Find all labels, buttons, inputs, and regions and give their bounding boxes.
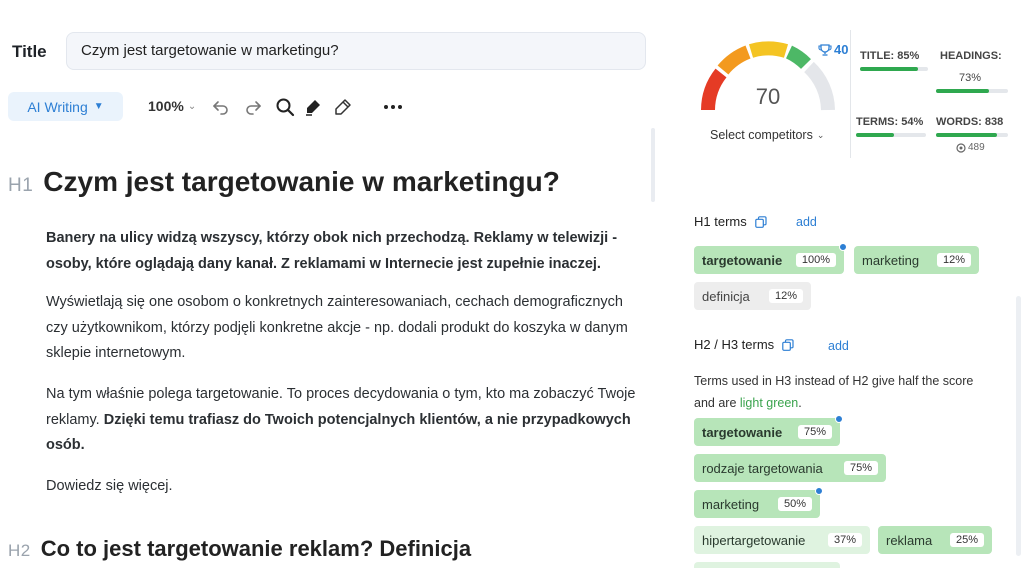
- h1-term-chip[interactable]: marketing 12%: [854, 246, 979, 274]
- used-dot: [839, 243, 847, 251]
- term-pct: 37%: [827, 533, 862, 547]
- zoom-dropdown[interactable]: 100% ⌄: [148, 98, 196, 114]
- divider: [850, 30, 851, 158]
- title-input[interactable]: Czym jest targetowanie w marketingu?: [66, 32, 646, 70]
- editor-toolbar: AI Writing ▼ 100% ⌄: [8, 92, 648, 122]
- ai-writing-label: AI Writing: [27, 98, 88, 115]
- words-sub-value: 489: [968, 142, 985, 153]
- metric-headings: HEADINGS:: [940, 50, 1002, 62]
- top-score-value: 40: [834, 42, 849, 57]
- term-pct: 25%: [949, 533, 984, 547]
- select-competitors-label: Select competitors: [710, 128, 813, 142]
- paragraph-3-bold: Dzięki temu trafiasz do Twoich potencjal…: [46, 411, 631, 454]
- panel-scrollbar[interactable]: [1016, 296, 1021, 556]
- paragraph-1-bold: Banery na ulicy widzą wszyscy, którzy ob…: [46, 230, 618, 272]
- metric-title: TITLE: 85%: [860, 50, 919, 62]
- term-label: reklama: [886, 532, 933, 548]
- h1-terms-add-link[interactable]: add: [796, 215, 817, 229]
- metric-title-fill: [860, 67, 918, 71]
- h2-terms-label: H2 / H3 terms: [694, 337, 775, 352]
- h2-tag: H2: [8, 541, 31, 560]
- h1-terms-label: H1 terms: [694, 214, 747, 229]
- chevron-down-icon: ▼: [93, 101, 104, 112]
- paragraph-3[interactable]: Na tym właśnie polega targetowanie. To p…: [46, 382, 646, 459]
- metric-terms-fill: [856, 133, 894, 137]
- target-icon: [956, 142, 966, 153]
- h1-tag: H1: [8, 175, 34, 196]
- content-score: 70: [755, 84, 781, 109]
- term-label: targetowanie: [702, 252, 783, 268]
- metric-words-fill: [936, 133, 998, 137]
- term-pct: 50%: [777, 497, 812, 511]
- heading-h1[interactable]: H1 Czym jest targetowanie w marketingu?: [8, 166, 560, 198]
- title-row: Title Czym jest targetowanie w marketing…: [12, 32, 646, 72]
- h2-term-chip[interactable]: hipertargetowanie 37%: [694, 526, 870, 554]
- h2-terms-title: H2 / H3 terms: [694, 337, 794, 352]
- more-options-icon[interactable]: [382, 96, 404, 118]
- words-sub-badge: 489: [956, 142, 985, 153]
- term-label: marketing: [702, 496, 760, 512]
- metric-terms: TERMS: 54%: [856, 116, 923, 128]
- editor-scrollbar[interactable]: [651, 128, 655, 202]
- ai-writing-button[interactable]: AI Writing ▼: [8, 92, 123, 121]
- pen-icon[interactable]: [332, 96, 354, 118]
- paragraph-2[interactable]: Wyświetlają się one osobom o konkretnych…: [46, 290, 646, 367]
- h2-term-chip-partial[interactable]: [694, 562, 840, 568]
- heading-h2[interactable]: H2 Co to jest targetowanie reklam? Defin…: [8, 536, 471, 562]
- term-label: hipertargetowanie: [702, 532, 806, 548]
- copy-icon[interactable]: [754, 215, 767, 228]
- h1-term-chip[interactable]: targetowanie 100%: [694, 243, 847, 274]
- note-highlight: light green: [739, 396, 799, 410]
- used-dot: [815, 487, 823, 495]
- metric-headings-label: HEADINGS:: [940, 50, 1002, 62]
- top-score-badge: 40: [818, 42, 848, 57]
- paragraph-1[interactable]: Banery na ulicy widzą wszyscy, którzy ob…: [46, 226, 646, 277]
- editor-pane: Title Czym jest targetowanie w marketing…: [0, 0, 660, 568]
- metric-words: WORDS: 838: [936, 116, 1003, 128]
- h2-term-chip[interactable]: rodzaje targetowania 75%: [694, 454, 886, 482]
- term-pct: 12%: [768, 289, 803, 303]
- paragraph-4[interactable]: Dowiedz się więcej.: [46, 474, 646, 500]
- redo-icon[interactable]: [242, 96, 264, 118]
- term-pct: 75%: [797, 425, 832, 439]
- h1-term-chip[interactable]: definicja 12%: [694, 282, 811, 310]
- select-competitors-dropdown[interactable]: Select competitors ⌄: [710, 128, 824, 142]
- metric-headings-fill: [936, 89, 989, 93]
- term-label: marketing: [862, 252, 920, 268]
- metric-title-label: TITLE: 85%: [860, 50, 920, 62]
- term-label: rodzaje targetowania: [702, 460, 823, 476]
- h2-term-chip[interactable]: marketing 50%: [694, 487, 823, 518]
- term-pct: 12%: [936, 253, 971, 267]
- title-label: Title: [12, 42, 47, 61]
- undo-icon[interactable]: [210, 96, 232, 118]
- term-label: definicja: [702, 288, 750, 304]
- used-dot: [835, 415, 843, 423]
- highlighter-icon[interactable]: [302, 96, 324, 118]
- h2-term-chip[interactable]: targetowanie 75%: [694, 415, 843, 446]
- copy-icon[interactable]: [782, 338, 794, 351]
- trophy-icon: [818, 43, 832, 56]
- zoom-value: 100%: [148, 98, 184, 114]
- term-label: targetowanie: [702, 424, 783, 440]
- search-icon[interactable]: [274, 96, 296, 118]
- metric-words-label: WORDS: 838: [936, 116, 1004, 128]
- chevron-down-icon: ⌄: [187, 100, 197, 112]
- metric-terms-label: TERMS: 54%: [856, 116, 924, 128]
- h1-terms-title: H1 terms: [694, 214, 767, 229]
- metric-headings-value: 73%: [959, 72, 982, 84]
- h1-text: Czym jest targetowanie w marketingu?: [43, 166, 560, 197]
- h2-term-chip[interactable]: reklama 25%: [878, 526, 992, 554]
- content-score-panel: 70 40 Select competitors ⌄ TITLE: 85% HE…: [680, 0, 1024, 568]
- term-pct: 100%: [795, 253, 836, 267]
- note-suffix: .: [798, 396, 802, 410]
- h2-terms-add-link[interactable]: add: [828, 339, 849, 353]
- term-pct: 75%: [843, 461, 878, 475]
- h2-text: Co to jest targetowanie reklam? Definicj…: [40, 536, 472, 561]
- h2-terms-note: Terms used in H3 instead of H2 give half…: [694, 370, 994, 414]
- note-text: Terms used in H3 instead of H2 give half…: [694, 374, 974, 410]
- chevron-down-icon: ⌄: [816, 129, 825, 140]
